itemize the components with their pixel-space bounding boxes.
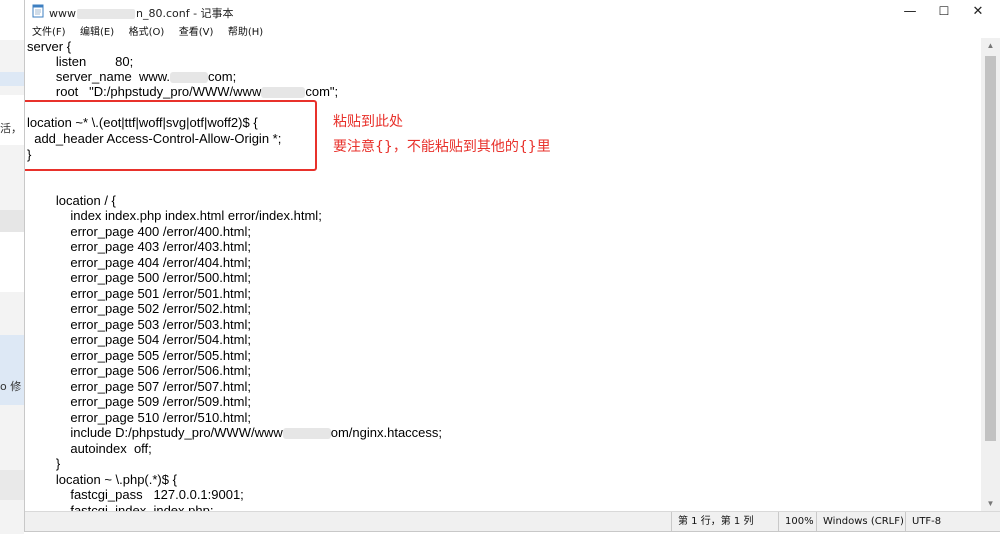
notepad-window: www n_80.conf - 记事本 — ☐ ✕ 文件(F) 编辑(E) 格式(… (24, 0, 1000, 532)
code-line: error_page 501 /error/501.html; (27, 286, 251, 301)
code-line: fastcgi_pass 127.0.0.1:9001; (27, 487, 244, 502)
line-ending: Windows (CRLF) (816, 512, 905, 531)
code-text: include D:/phpstudy_pro/WWW/www (27, 425, 283, 440)
menu-bar: 文件(F) 编辑(E) 格式(O) 查看(V) 帮助(H) (25, 22, 1000, 38)
code-line: error_page 510 /error/510.html; (27, 410, 251, 425)
maximize-button[interactable]: ☐ (927, 0, 961, 22)
code-line: error_page 404 /error/404.html; (27, 255, 251, 270)
code-text: com; (208, 69, 237, 84)
code-line: } (27, 456, 61, 471)
background-strip (0, 0, 24, 40)
code-text: server_name www. (27, 69, 171, 84)
code-line: index index.php index.html error/index.h… (27, 208, 322, 223)
redacted-text (170, 72, 209, 84)
status-bar: 第 1 行，第 1 列 100% Windows (CRLF) UTF-8 (25, 511, 1000, 531)
cursor-position: 第 1 行，第 1 列 (671, 512, 778, 531)
code-line: listen 80; (27, 54, 134, 69)
code-line: error_page 500 /error/500.html; (27, 270, 251, 285)
code-line: error_page 503 /error/503.html; (27, 317, 251, 332)
background-strip (0, 72, 24, 86)
code-line: location / { (27, 193, 116, 208)
code-line: location ~ \.php(.*)$ { (27, 472, 177, 487)
encoding: UTF-8 (905, 512, 981, 531)
code-line: include D:/phpstudy_pro/WWW/www om/nginx.… (27, 425, 442, 440)
code-text: root "D:/phpstudy_pro/WWW/www (27, 84, 262, 99)
code-line: server { (27, 39, 72, 54)
redacted-text (261, 87, 306, 99)
redacted-text (282, 428, 331, 440)
minimize-button[interactable]: — (893, 0, 927, 22)
background-strip (0, 210, 24, 232)
scrollbar-thumb[interactable] (985, 56, 996, 441)
annotation-paste-here: 粘贴到此处 (333, 114, 403, 130)
code-line: root "D:/phpstudy_pro/WWW/www com"; (27, 84, 338, 99)
redacted-text (77, 9, 135, 19)
code-line: error_page 502 /error/502.html; (27, 301, 251, 316)
scroll-up-icon[interactable]: ▲ (981, 38, 1000, 54)
code-line: error_page 505 /error/505.html; (27, 348, 251, 363)
code-text: com"; (305, 84, 339, 99)
background-text: 活， (0, 122, 22, 135)
close-button[interactable]: ✕ (961, 0, 995, 22)
background-strip (0, 470, 24, 500)
code-line: error_page 509 /error/509.html; (27, 394, 251, 409)
code-line: error_page 504 /error/504.html; (27, 332, 251, 347)
annotation-warning: 要注意{}，不能粘贴到其他的{}里 (333, 139, 551, 155)
code-line: error_page 506 /error/506.html; (27, 363, 251, 378)
scroll-down-icon[interactable]: ▼ (981, 496, 1000, 512)
annotation-highlight-box (25, 100, 317, 171)
text-editor[interactable]: server { listen 80; server_name www. com;… (25, 38, 982, 512)
background-strip (0, 335, 24, 405)
vertical-scrollbar[interactable]: ▲ ▼ (981, 38, 1000, 512)
notepad-icon (32, 4, 44, 18)
background-window: 活， o 修 (0, 0, 24, 534)
window-title: www n_80.conf - 记事本 (49, 5, 234, 21)
zoom-level: 100% (778, 512, 816, 531)
code-line: error_page 400 /error/400.html; (27, 224, 251, 239)
background-strip (0, 232, 24, 292)
window-title-suffix: n_80.conf - 记事本 (136, 7, 234, 20)
code-line: autoindex off; (27, 441, 152, 456)
background-text: o 修 (0, 380, 22, 393)
code-line: error_page 507 /error/507.html; (27, 379, 251, 394)
code-line: server_name www. com; (27, 69, 236, 84)
code-line: error_page 403 /error/403.html; (27, 239, 251, 254)
window-title-prefix: www (49, 7, 76, 20)
code-text: om/nginx.htaccess; (330, 425, 443, 440)
title-bar[interactable]: www n_80.conf - 记事本 — ☐ ✕ (25, 0, 1000, 22)
